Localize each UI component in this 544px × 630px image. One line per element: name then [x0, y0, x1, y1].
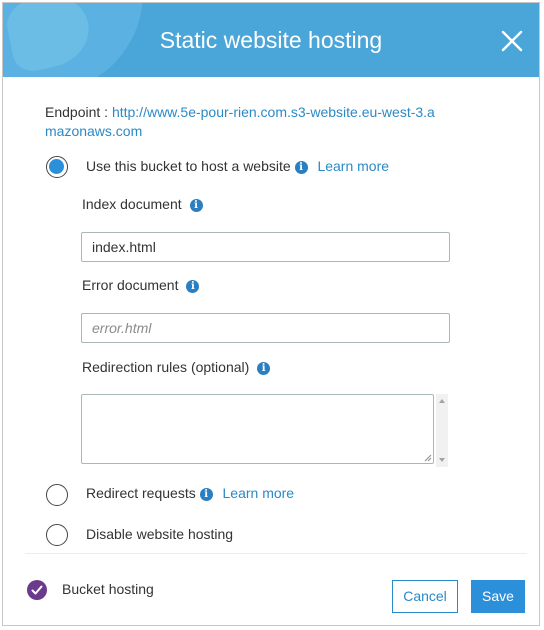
info-icon[interactable]: i	[257, 362, 271, 375]
redirection-rules-label-row: Redirection rules (optional) i	[82, 359, 271, 375]
learn-more-link[interactable]: Learn more	[223, 485, 295, 501]
cancel-button[interactable]: Cancel	[392, 580, 458, 613]
index-document-label: Index document	[82, 196, 182, 212]
dialog-title: Static website hosting	[159, 27, 383, 53]
error-document-input[interactable]: error.html	[81, 313, 450, 343]
static-website-hosting-dialog: Static website hosting Endpoint : http:/…	[2, 2, 540, 626]
footer-divider	[25, 553, 527, 554]
radio-host-website[interactable]	[46, 156, 68, 178]
info-icon[interactable]: i	[189, 199, 203, 212]
check-circle-icon	[27, 580, 47, 600]
endpoint-row: Endpoint : http://www.5e-pour-rien.com.s…	[45, 103, 445, 141]
scroll-down-arrow-icon[interactable]	[439, 458, 445, 462]
radio-redirect-requests[interactable]	[46, 484, 68, 506]
error-document-label: Error document	[82, 277, 179, 293]
option-label: Redirect requests	[86, 485, 196, 501]
resize-grip-icon[interactable]	[424, 454, 432, 462]
redirection-rules-textarea[interactable]	[81, 394, 434, 464]
learn-more-link[interactable]: Learn more	[317, 158, 389, 174]
info-icon[interactable]: i	[294, 161, 308, 174]
save-button[interactable]: Save	[471, 580, 525, 613]
scroll-up-arrow-icon[interactable]	[439, 399, 445, 403]
bucket-hosting-status-label: Bucket hosting	[62, 581, 154, 597]
index-document-label-row: Index document i	[82, 196, 203, 212]
dialog-header: Static website hosting	[3, 3, 539, 77]
option-label: Disable website hosting	[86, 526, 234, 542]
close-icon[interactable]	[497, 26, 527, 56]
endpoint-label: Endpoint :	[45, 104, 112, 120]
info-icon[interactable]: i	[186, 280, 200, 293]
option-host-website: Use this bucket to host a website i Lear…	[86, 158, 389, 174]
option-disable-hosting: Disable website hosting	[86, 526, 233, 542]
index-document-input[interactable]: index.html	[81, 232, 450, 262]
option-redirect-requests: Redirect requests i Learn more	[86, 485, 294, 501]
error-document-label-row: Error document i	[82, 277, 200, 293]
redirection-rules-label: Redirection rules (optional)	[82, 359, 250, 375]
info-icon[interactable]: i	[199, 488, 213, 501]
radio-disable-hosting[interactable]	[46, 524, 68, 546]
textarea-scrollbar[interactable]	[436, 394, 448, 467]
option-label: Use this bucket to host a website	[86, 158, 291, 174]
